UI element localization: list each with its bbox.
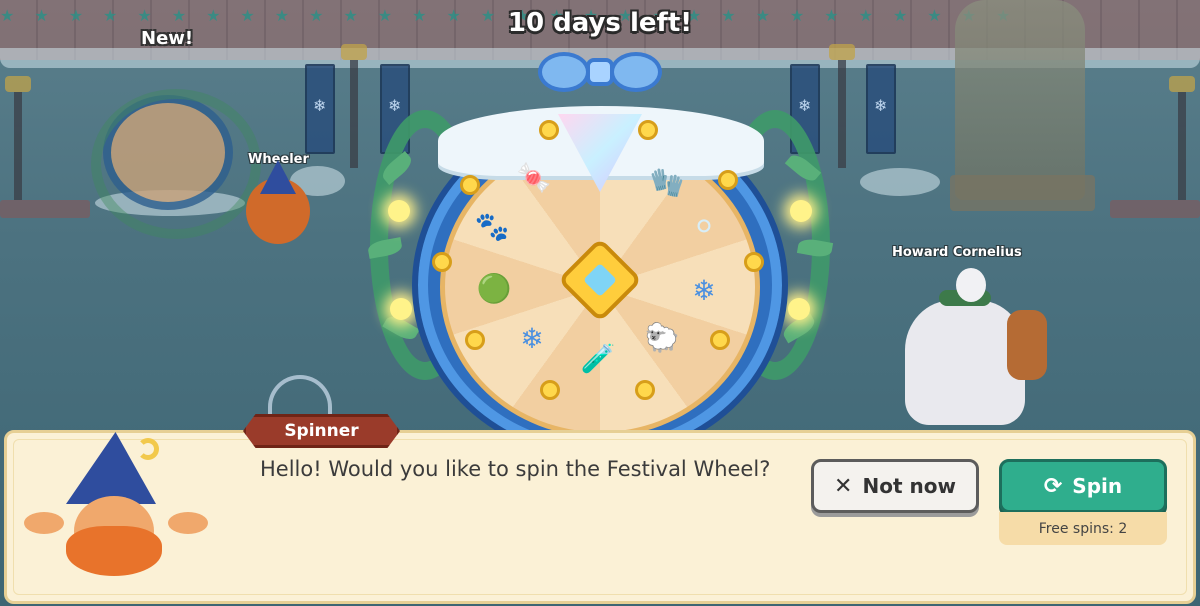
dragon-statue	[955, 0, 1085, 200]
goat-pet	[956, 268, 986, 302]
spinner-avatar	[22, 432, 212, 582]
dialog-message: Hello! Would you like to spin the Festiv…	[260, 457, 771, 481]
fence-right	[1110, 200, 1200, 218]
glow-light	[790, 200, 812, 222]
not-now-label: Not now	[862, 474, 956, 498]
wheel-peg	[460, 175, 480, 195]
not-now-button[interactable]: ✕ Not now	[811, 459, 979, 513]
wheel-peg	[432, 252, 452, 272]
snow-creature-icon: 🐑	[644, 320, 680, 354]
wheel-peg	[744, 252, 764, 272]
snowflake-banner	[305, 64, 335, 154]
lamp-post	[1169, 76, 1195, 200]
glow-light	[388, 200, 410, 222]
snowflake-icon: ❄	[520, 321, 544, 355]
potions-icon: 🧪	[580, 341, 616, 375]
candy-cane-icon: 🍬	[516, 160, 552, 194]
wheel-peg	[465, 330, 485, 350]
fence-left	[0, 200, 90, 218]
moon-icon	[137, 438, 159, 460]
close-icon: ✕	[834, 473, 853, 499]
lamp-post	[341, 44, 367, 168]
wheel-peg	[718, 170, 738, 190]
wheel-peg	[638, 120, 658, 140]
wheel-peg	[710, 330, 730, 350]
speaker-name-tag: Spinner	[243, 414, 400, 448]
ribbon-bow-icon	[538, 46, 662, 106]
wheeler-npc[interactable]	[246, 160, 310, 244]
wheel-peg	[635, 380, 655, 400]
glow-light	[788, 298, 810, 320]
hand-icon	[24, 512, 64, 534]
wheel-peg	[539, 120, 559, 140]
howard-cornelius-npc[interactable]	[905, 290, 1047, 425]
statue-base	[950, 175, 1095, 211]
refresh-icon: ⟳	[1043, 473, 1063, 499]
snowflake-banner	[866, 64, 896, 154]
backpack-icon	[1007, 310, 1047, 380]
snowball-icon: ⚪	[692, 209, 716, 243]
beard-icon	[66, 526, 162, 576]
snow-patch	[860, 168, 940, 196]
mini-festival-wheel[interactable]	[91, 89, 261, 239]
bunny-ears-icon	[268, 375, 332, 415]
wheel-peg	[540, 380, 560, 400]
hand-icon	[168, 512, 208, 534]
festival-wheel[interactable]: 🍬 🧤 ⚪ ❄ 🐑 🧪 ❄ 🟢 🐾	[360, 40, 840, 460]
days-left-banner: 10 days left!	[507, 8, 693, 38]
polar-creature-icon: 🐾	[474, 209, 510, 243]
glow-light	[390, 298, 412, 320]
snowflake-icon: ❄	[692, 273, 716, 307]
npc-name-howard: Howard Cornelius	[892, 245, 1022, 260]
mitten-icon: 🧤	[649, 165, 685, 199]
spin-button[interactable]: ⟳ Spin	[999, 459, 1167, 513]
wreath-icon: 🟢	[476, 271, 512, 305]
free-spins-counter: Free spins: 2	[999, 512, 1167, 545]
spin-label: Spin	[1072, 474, 1123, 498]
lamp-post	[5, 76, 31, 200]
new-label: New!	[141, 28, 194, 49]
